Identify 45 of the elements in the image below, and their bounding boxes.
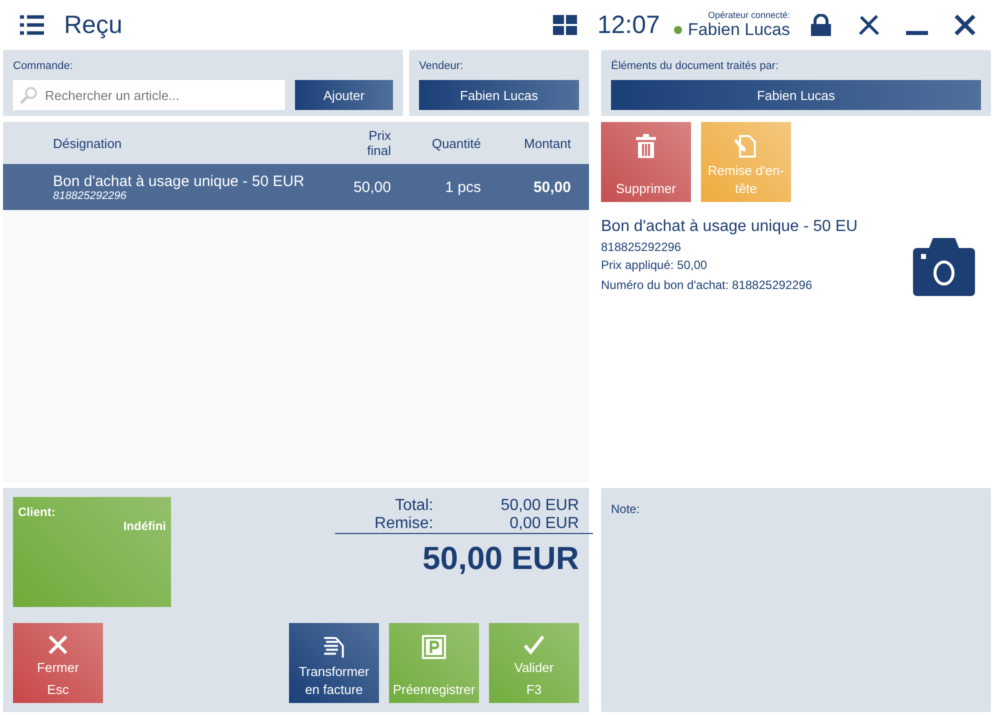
camera-icon[interactable]	[913, 236, 975, 296]
processed-by-button[interactable]: Fabien Lucas	[611, 80, 981, 110]
checkmark-icon	[521, 635, 547, 655]
note-label: Note:	[611, 502, 640, 516]
total-value: 50,00 EUR	[500, 497, 579, 515]
document-pencil-icon	[734, 134, 758, 158]
search-icon	[20, 86, 38, 104]
parking-icon	[422, 635, 446, 659]
document-lines-icon	[322, 635, 346, 659]
voucher-number: Numéro du bon d'achat: 818825292296	[601, 278, 814, 292]
order-label: Commande:	[13, 60, 73, 72]
applied-price: Prix appliqué: 50,00	[601, 258, 708, 272]
search-field[interactable]: Rechercher un article...	[13, 80, 285, 110]
table-cell-text: 50,00	[532, 178, 571, 196]
park-button[interactable]: Préenregistrer	[389, 623, 479, 703]
column-header: Prix final	[366, 128, 391, 158]
trash-icon	[635, 134, 657, 158]
table-row[interactable]: Bon d'achat à usage unique - 50 EUR 818825292296 50,00 1 pcs 50,00	[3, 164, 589, 210]
processed-by-label: Éléments du document traités par:	[611, 60, 779, 72]
close-icon	[46, 635, 70, 655]
client-tile[interactable]: Client: Indéfini	[13, 497, 171, 607]
clock-time: 12:07	[597, 10, 660, 40]
table-cell-text: 1 pcs	[444, 178, 481, 196]
column-header: Quantité	[430, 136, 481, 150]
total-label: Total:	[394, 497, 434, 515]
column-header: Montant	[523, 136, 571, 150]
discount-label: Remise:	[374, 515, 434, 533]
item-title: Bon d'achat à usage unique - 50 EU	[601, 218, 858, 236]
confirm-button[interactable]: Valider F3	[489, 623, 579, 703]
table-cell-text: 50,00	[352, 178, 391, 196]
item-code: 818825292296	[601, 240, 682, 254]
seller-label: Vendeur:	[419, 60, 464, 72]
item-name: Bon d'achat à usage unique - 50 EUR	[53, 172, 306, 190]
grand-total: 50,00 EUR	[335, 533, 593, 577]
window-title: Reçu	[64, 10, 124, 40]
discount-value: 0,00 EUR	[510, 515, 579, 533]
operator-name: Fabien Lucas	[688, 20, 790, 40]
seller-button[interactable]: Fabien Lucas	[419, 80, 579, 110]
column-header: Désignation	[53, 136, 123, 150]
delete-button[interactable]: Supprimer	[601, 122, 691, 202]
add-button[interactable]: Ajouter	[295, 80, 393, 110]
close-button[interactable]: Fermer Esc	[13, 623, 103, 703]
operator-label: Opérateur connecté:	[708, 10, 790, 20]
item-code: 818825292296	[53, 190, 128, 202]
invoice-button[interactable]: Transformer en facture	[289, 623, 379, 703]
